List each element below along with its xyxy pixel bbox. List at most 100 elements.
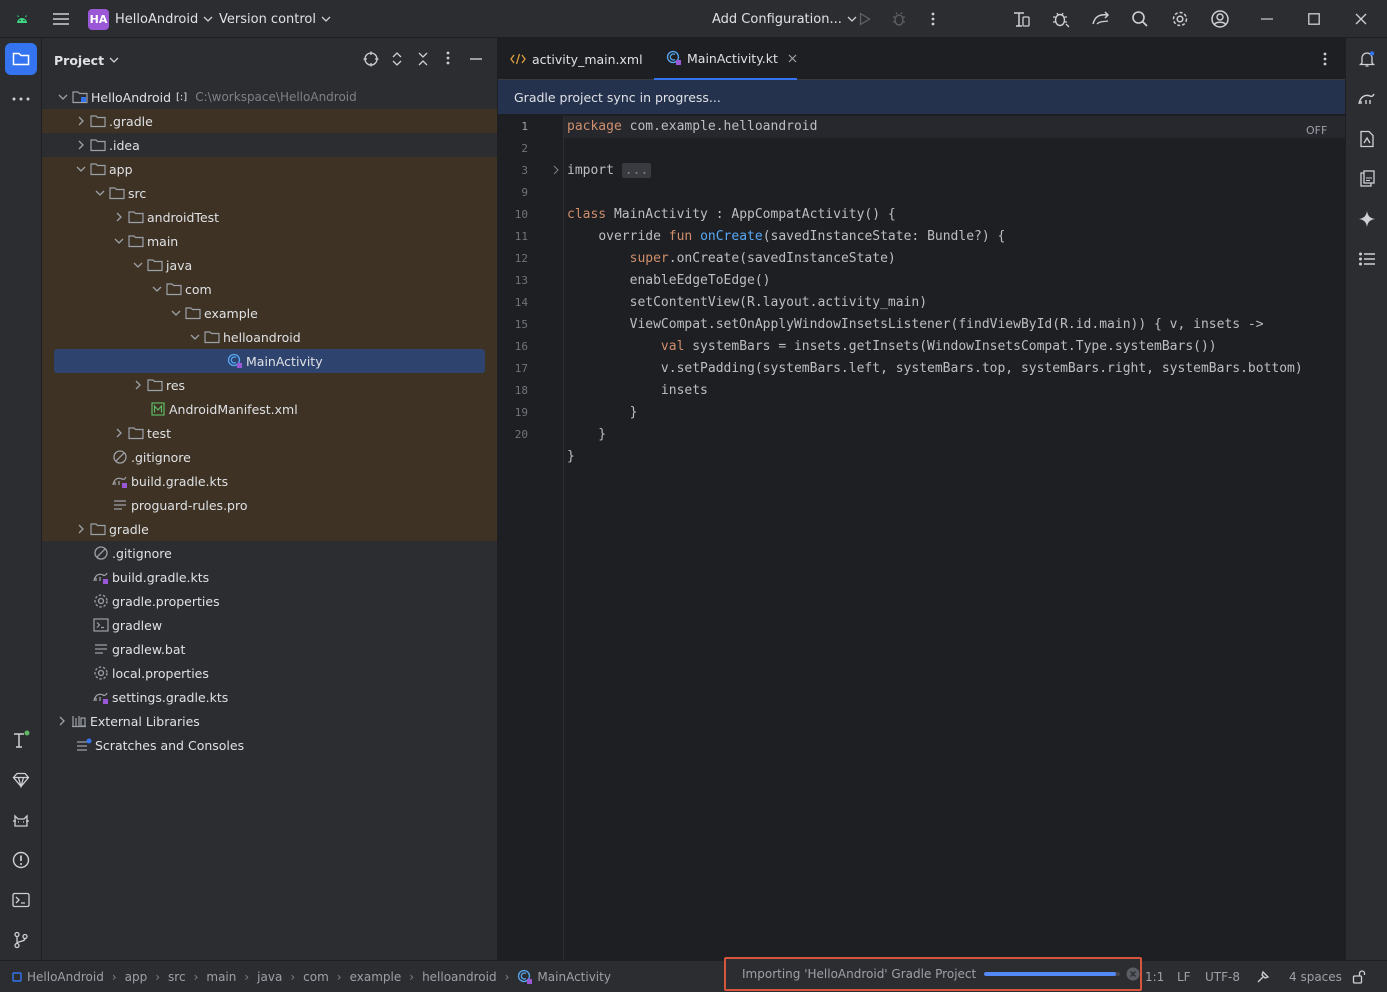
tree-node-external-libraries[interactable]: External Libraries <box>42 709 497 733</box>
problems-tool-button[interactable] <box>5 844 37 876</box>
code-style-icon[interactable] <box>1255 961 1271 992</box>
cancel-task-icon[interactable] <box>1126 967 1140 981</box>
device-file-tool-button[interactable] <box>1351 123 1383 155</box>
breadcrumb-item[interactable]: helloandroid <box>422 970 497 984</box>
tab-mainactivity-kt[interactable]: MainActivity.kt <box>654 38 797 80</box>
folded-imports[interactable]: ... <box>621 163 652 178</box>
chevron-right-icon[interactable] <box>130 377 146 393</box>
tree-node-folder[interactable]: androidTest <box>42 205 497 229</box>
collapse-all-icon[interactable] <box>417 51 429 67</box>
indent-setting[interactable]: 4 spaces <box>1289 961 1342 992</box>
terminal-tool-button[interactable] <box>5 884 37 916</box>
options-icon[interactable] <box>446 51 450 65</box>
tree-node-folder[interactable]: res <box>42 373 497 397</box>
tree-node-root-project[interactable]: HelloAndroid [:] C:\workspace\HelloAndro… <box>42 85 497 109</box>
background-task-progress[interactable]: Importing 'HelloAndroid' Gradle Project <box>724 957 1142 991</box>
tree-node-folder[interactable]: test <box>42 421 497 445</box>
tree-node-folder[interactable]: com <box>42 277 497 301</box>
more-actions-icon[interactable] <box>924 0 942 38</box>
chevron-down-icon[interactable] <box>168 305 184 321</box>
settings-gear-icon[interactable] <box>1170 0 1190 38</box>
project-view-selector[interactable]: Project <box>54 38 119 82</box>
chevron-right-icon[interactable] <box>73 521 89 537</box>
fold-chevron-icon[interactable] <box>553 165 559 175</box>
unlock-icon[interactable] <box>1352 961 1366 992</box>
breadcrumb-item[interactable]: app <box>125 970 148 984</box>
version-control-tool-button[interactable] <box>5 924 37 956</box>
run-icon[interactable] <box>856 0 874 38</box>
tab-options-icon[interactable] <box>1323 52 1327 66</box>
file-encoding[interactable]: UTF-8 <box>1205 961 1240 992</box>
tree-node-folder[interactable]: example <box>42 301 497 325</box>
chevron-right-icon[interactable] <box>73 137 89 153</box>
tree-node-file[interactable]: build.gradle.kts <box>42 565 497 589</box>
chevron-right-icon[interactable] <box>54 713 70 729</box>
reader-mode-off-label[interactable]: OFF <box>1306 124 1327 137</box>
debug-icon[interactable] <box>890 0 908 38</box>
running-devices-tool-button[interactable] <box>1351 163 1383 195</box>
chevron-right-icon[interactable] <box>111 209 127 225</box>
account-icon[interactable] <box>1209 0 1231 38</box>
search-icon[interactable] <box>1130 0 1150 38</box>
logcat-tool-button[interactable] <box>5 804 37 836</box>
tree-node-folder[interactable]: helloandroid <box>42 325 497 349</box>
tree-node-file[interactable]: AndroidManifest.xml <box>42 397 497 421</box>
chevron-right-icon[interactable] <box>111 425 127 441</box>
breadcrumb-item[interactable]: java <box>257 970 282 984</box>
tree-node-file-selected[interactable]: MainActivity <box>54 349 485 373</box>
code-editor[interactable]: package com.example.helloandroid import … <box>564 116 1344 960</box>
app-inspection-icon[interactable] <box>1050 0 1072 38</box>
main-menu-icon[interactable] <box>50 0 72 38</box>
breadcrumb-item[interactable]: HelloAndroid <box>27 970 104 984</box>
tree-node-folder[interactable]: main <box>42 229 497 253</box>
sync-gradle-icon[interactable] <box>1090 0 1112 38</box>
chevron-down-icon[interactable] <box>130 257 146 273</box>
tab-activity-main-xml[interactable]: activity_main.xml <box>498 38 655 80</box>
tree-node-folder[interactable]: src <box>42 181 497 205</box>
close-window-icon[interactable] <box>1352 0 1370 38</box>
more-tool-windows-button[interactable] <box>5 83 37 115</box>
project-tool-button[interactable] <box>5 43 37 75</box>
breadcrumb-item[interactable]: src <box>168 970 186 984</box>
tree-node-file[interactable]: gradle.properties <box>42 589 497 613</box>
tree-node-folder[interactable]: .gradle <box>42 109 497 133</box>
breadcrumb-item[interactable]: MainActivity <box>537 970 611 984</box>
tree-node-file[interactable]: settings.gradle.kts <box>42 685 497 709</box>
gemini-assistant-tool-button[interactable] <box>1351 203 1383 235</box>
tree-node-folder[interactable]: gradle <box>42 517 497 541</box>
chevron-down-icon[interactable] <box>73 161 89 177</box>
tree-node-file[interactable]: build.gradle.kts <box>42 469 497 493</box>
breadcrumb-item[interactable]: main <box>206 970 236 984</box>
caret-position[interactable]: 1:1 <box>1145 961 1164 992</box>
chevron-down-icon[interactable] <box>92 185 108 201</box>
tree-node-folder[interactable]: .idea <box>42 133 497 157</box>
tree-node-scratches[interactable]: Scratches and Consoles <box>42 733 497 757</box>
chevron-right-icon[interactable] <box>73 113 89 129</box>
run-configuration-selector[interactable]: Add Configuration... <box>712 0 857 38</box>
version-control-menu[interactable]: Version control <box>219 0 331 38</box>
expand-all-icon[interactable] <box>391 51 403 67</box>
project-selector[interactable]: HA HelloAndroid <box>88 0 213 38</box>
tree-node-file[interactable]: proguard-rules.pro <box>42 493 497 517</box>
tree-node-file[interactable]: .gitignore <box>42 445 497 469</box>
gradle-tool-button[interactable] <box>1351 83 1383 115</box>
locate-file-icon[interactable] <box>363 51 379 67</box>
build-tool-button[interactable] <box>5 724 37 756</box>
tree-node-file[interactable]: local.properties <box>42 661 497 685</box>
chevron-down-icon[interactable] <box>55 89 71 105</box>
notifications-tool-button[interactable] <box>1351 43 1383 75</box>
breadcrumb-item[interactable]: com <box>303 970 329 984</box>
device-manager-icon[interactable] <box>1010 0 1032 38</box>
close-tab-icon[interactable] <box>788 54 797 63</box>
chevron-down-icon[interactable] <box>149 281 165 297</box>
structure-tool-button[interactable] <box>1351 243 1383 275</box>
minimize-window-icon[interactable] <box>1258 0 1276 38</box>
breadcrumb-item[interactable]: example <box>350 970 402 984</box>
gemini-tool-button[interactable] <box>5 764 37 796</box>
tree-node-folder[interactable]: app <box>42 157 497 181</box>
chevron-down-icon[interactable] <box>187 329 203 345</box>
maximize-window-icon[interactable] <box>1305 0 1323 38</box>
tree-node-folder[interactable]: java <box>42 253 497 277</box>
tree-node-file[interactable]: gradlew.bat <box>42 637 497 661</box>
tree-node-file[interactable]: .gitignore <box>42 541 497 565</box>
